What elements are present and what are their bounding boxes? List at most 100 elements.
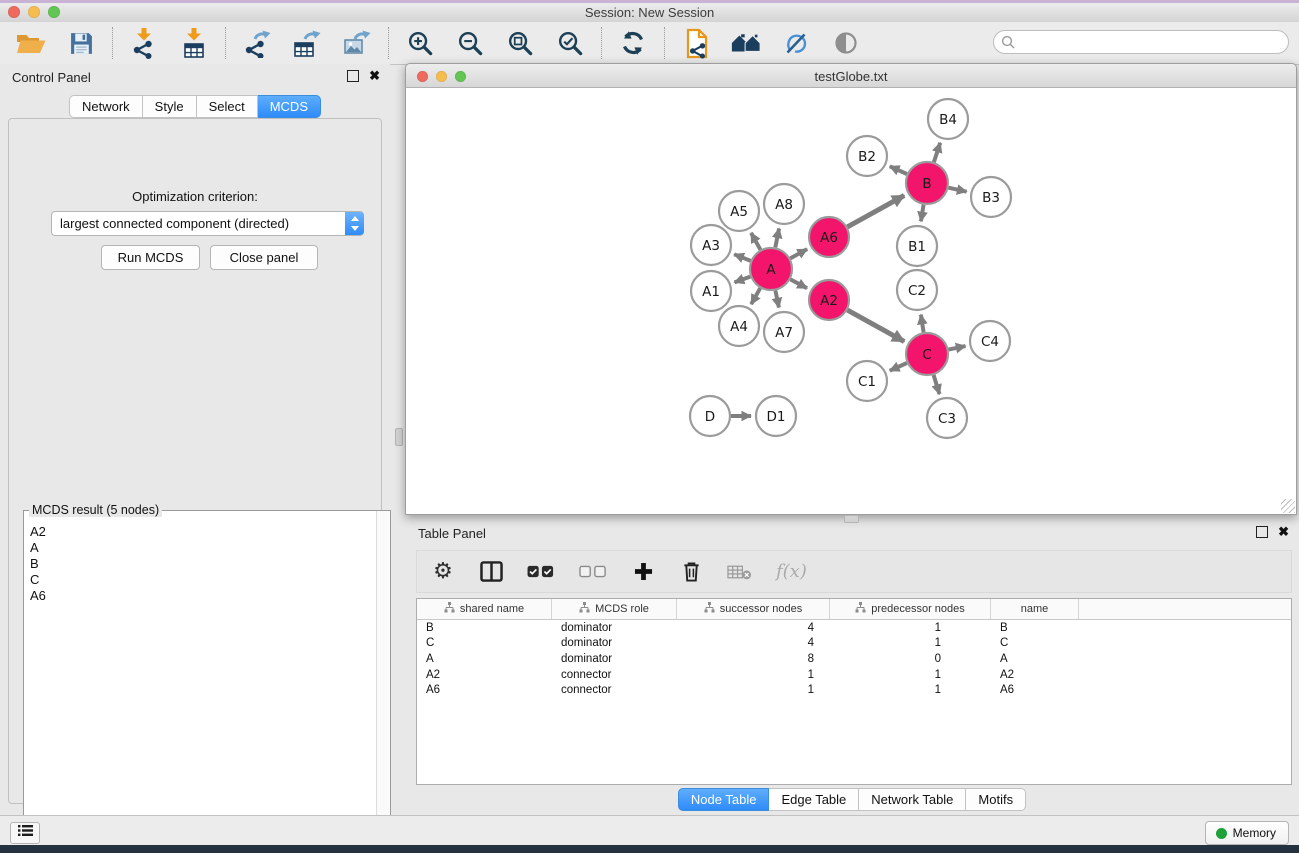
table-cell[interactable]: 4 <box>677 637 830 649</box>
export-network-icon[interactable] <box>242 27 272 59</box>
tab-motifs[interactable]: Motifs <box>966 788 1026 811</box>
import-table-icon[interactable] <box>179 27 209 59</box>
tab-select[interactable]: Select <box>197 95 258 118</box>
open-folder-icon[interactable] <box>16 27 46 59</box>
gear-icon[interactable]: ⚙ <box>431 557 455 587</box>
table-cell[interactable]: 4 <box>677 622 830 634</box>
table-row[interactable]: Cdominator41C <box>417 636 1291 652</box>
edge-C-C2[interactable] <box>921 315 924 333</box>
edge-C-C3[interactable] <box>934 375 940 394</box>
mcds-result-item[interactable]: A6 <box>30 588 377 604</box>
tab-mcds[interactable]: MCDS <box>258 95 321 118</box>
edge-A-A3[interactable] <box>734 254 750 260</box>
resize-grip-icon[interactable] <box>1281 499 1295 513</box>
task-history-button[interactable] <box>10 822 40 844</box>
deselect-all-icon[interactable] <box>579 557 607 587</box>
table-cell[interactable]: connector <box>552 669 677 681</box>
export-table-icon[interactable] <box>292 27 322 59</box>
network-graph[interactable]: B4B2BB3A8A5A6A3B1AC2A1A2A4A7C4CC1C3DD1 <box>406 88 1296 513</box>
mcds-result-list[interactable]: A2ABCA6 <box>24 511 377 852</box>
refresh-icon[interactable] <box>618 27 648 59</box>
optimization-criterion-select[interactable]: largest connected component (directed) <box>51 211 364 236</box>
select-all-icon[interactable] <box>527 557 555 587</box>
mcds-result-item[interactable]: A <box>30 540 377 556</box>
table-row[interactable]: A6connector11A6 <box>417 682 1291 698</box>
column-header-mcds-role[interactable]: MCDS role <box>552 599 677 619</box>
tab-style[interactable]: Style <box>143 95 197 118</box>
close-panel-button[interactable]: Close panel <box>210 245 318 270</box>
float-panel-icon[interactable] <box>347 70 359 82</box>
vertical-splitter-handle[interactable] <box>395 428 403 446</box>
close-panel-icon[interactable]: ✖ <box>369 71 380 81</box>
add-icon[interactable] <box>631 557 655 587</box>
table-cell[interactable]: 8 <box>677 653 830 665</box>
edge-A6-B[interactable] <box>847 196 904 227</box>
zoom-in-icon[interactable] <box>405 27 435 59</box>
column-header-shared-name[interactable]: shared name <box>417 599 552 619</box>
table-cell[interactable]: 0 <box>830 653 991 665</box>
zoom-out-icon[interactable] <box>455 27 485 59</box>
edge-B-B1[interactable] <box>921 205 924 222</box>
tab-edge-table[interactable]: Edge Table <box>769 788 859 811</box>
show-graphics-icon[interactable] <box>831 27 861 59</box>
edge-B-B4[interactable] <box>934 143 940 162</box>
edge-A-A2[interactable] <box>790 279 807 288</box>
search-input[interactable] <box>993 30 1289 54</box>
network-window-titlebar[interactable]: testGlobe.txt <box>405 63 1297 88</box>
export-image-icon[interactable] <box>342 27 372 59</box>
clone-network-icon[interactable] <box>681 27 711 59</box>
table-cell[interactable]: 1 <box>830 669 991 681</box>
table-cell[interactable]: connector <box>552 684 677 696</box>
table-cell[interactable]: 1 <box>677 669 830 681</box>
table-cell[interactable]: dominator <box>552 653 677 665</box>
column-header-successor-nodes[interactable]: successor nodes <box>677 599 830 619</box>
table-cell[interactable]: A6 <box>991 684 1079 696</box>
memory-button[interactable]: Memory <box>1205 821 1289 845</box>
horizontal-splitter-handle[interactable] <box>844 515 859 523</box>
close-table-panel-icon[interactable]: ✖ <box>1278 527 1289 537</box>
table-cell[interactable]: 1 <box>677 684 830 696</box>
edge-A-A6[interactable] <box>790 249 807 258</box>
edge-C-C4[interactable] <box>949 346 966 350</box>
table-cell[interactable]: C <box>417 637 552 649</box>
table-cell[interactable]: 1 <box>830 622 991 634</box>
table-row[interactable]: Adominator80A <box>417 651 1291 667</box>
table-cell[interactable]: A <box>991 653 1079 665</box>
edge-B-B2[interactable] <box>890 166 907 174</box>
table-cell[interactable]: A <box>417 653 552 665</box>
table-cell[interactable]: B <box>417 622 552 634</box>
table-cell[interactable]: B <box>991 622 1079 634</box>
float-table-panel-icon[interactable] <box>1256 526 1268 538</box>
home-icon[interactable] <box>731 27 761 59</box>
mcds-result-item[interactable]: C <box>30 572 377 588</box>
tab-network-table[interactable]: Network Table <box>859 788 966 811</box>
edge-C-C1[interactable] <box>890 363 907 371</box>
edge-A-A8[interactable] <box>775 229 779 248</box>
run-mcds-button[interactable]: Run MCDS <box>101 245 200 270</box>
save-icon[interactable] <box>66 27 96 59</box>
hide-graphics-icon[interactable] <box>781 27 811 59</box>
column-header-predecessor-nodes[interactable]: predecessor nodes <box>830 599 991 619</box>
tab-network[interactable]: Network <box>69 95 143 118</box>
table-cell[interactable]: dominator <box>552 637 677 649</box>
table-cell[interactable]: dominator <box>552 622 677 634</box>
zoom-selected-icon[interactable] <box>555 27 585 59</box>
edge-A-A4[interactable] <box>751 288 760 304</box>
table-cell[interactable]: C <box>991 637 1079 649</box>
column-header-name[interactable]: name <box>991 599 1079 619</box>
mcds-result-item[interactable]: A2 <box>30 524 377 540</box>
table-row[interactable]: Bdominator41B <box>417 620 1291 636</box>
table-cell[interactable]: 1 <box>830 637 991 649</box>
tab-node-table[interactable]: Node Table <box>678 788 770 811</box>
mcds-scrollbar[interactable] <box>376 511 390 852</box>
table-row[interactable]: A2connector11A2 <box>417 667 1291 683</box>
table-cell[interactable]: A2 <box>991 669 1079 681</box>
edge-A2-C[interactable] <box>847 310 904 341</box>
table-cell[interactable]: 1 <box>830 684 991 696</box>
edge-A-A5[interactable] <box>751 233 760 250</box>
delete-icon[interactable] <box>679 557 703 587</box>
import-network-icon[interactable] <box>129 27 159 59</box>
edge-A-A7[interactable] <box>775 291 779 308</box>
edge-B-B3[interactable] <box>949 188 967 192</box>
table-cell[interactable]: A2 <box>417 669 552 681</box>
